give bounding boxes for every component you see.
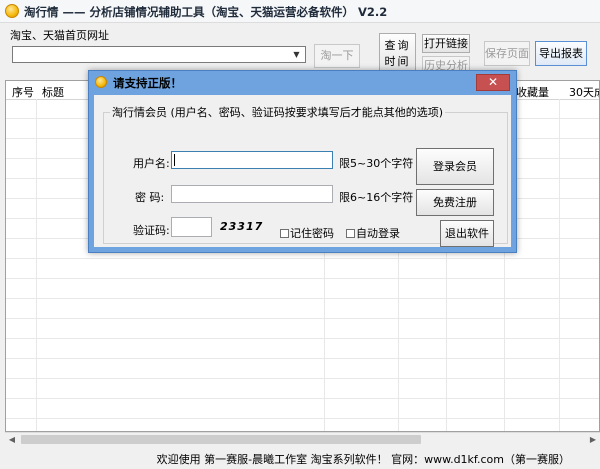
- username-input[interactable]: [171, 151, 333, 169]
- captcha-label: 验证码:: [133, 224, 170, 237]
- app-window: 淘行情 —— 分析店铺情况辅助工具（淘宝、天猫运营必备软件） V2.2 淘宝、天…: [0, 0, 600, 469]
- close-button[interactable]: ✕: [476, 74, 510, 91]
- captcha-input[interactable]: [171, 217, 212, 237]
- open-link-button[interactable]: 打开链接: [422, 34, 470, 53]
- member-groupbox: 用户名: 限5~30个字符 密 码: 限6~16个字符 验证码: 23317 记…: [103, 112, 508, 247]
- window-title: 淘行情 —— 分析店铺情况辅助工具（淘宝、天猫运营必备软件） V2.2: [24, 5, 388, 19]
- dialog-body: 用户名: 限5~30个字符 密 码: 限6~16个字符 验证码: 23317 记…: [94, 95, 511, 247]
- remember-password-checkbox[interactable]: 记住密码: [280, 225, 334, 241]
- query-time-button[interactable]: 查询时间: [379, 33, 416, 75]
- scrollbar-thumb[interactable]: [21, 435, 421, 444]
- coin-icon: [5, 4, 19, 18]
- checkbox-icon: [280, 229, 289, 238]
- horizontal-scrollbar[interactable]: ◀ ▶: [5, 432, 600, 446]
- exit-button[interactable]: 退出软件: [440, 220, 494, 247]
- column-header[interactable]: 标题: [42, 84, 64, 100]
- auto-login-checkbox[interactable]: 自动登录: [346, 225, 400, 241]
- column-header[interactable]: 收藏量: [516, 84, 549, 100]
- coin-icon: [95, 76, 107, 88]
- title-bar: 淘行情 —— 分析店铺情况辅助工具（淘宝、天猫运营必备软件） V2.2: [0, 0, 600, 23]
- dialog-title: 请支持正版！: [113, 76, 182, 90]
- login-button[interactable]: 登录会员: [416, 148, 494, 185]
- remember-password-label: 记住密码: [290, 227, 334, 240]
- arrow-right-icon[interactable]: ▶: [588, 435, 598, 445]
- url-label: 淘宝、天猫首页网址: [10, 29, 109, 42]
- username-hint: 限5~30个字符: [339, 157, 414, 170]
- export-report-button[interactable]: 导出报表: [535, 41, 587, 66]
- password-label: 密 码:: [135, 191, 165, 204]
- checkbox-icon: [346, 229, 355, 238]
- password-input[interactable]: [171, 185, 333, 203]
- column-header[interactable]: 30天成: [569, 84, 599, 100]
- username-label: 用户名:: [133, 157, 170, 170]
- password-hint: 限6~16个字符: [339, 191, 414, 204]
- go-button[interactable]: 淘一下: [314, 44, 360, 68]
- status-bar: 欢迎使用 第一赛服-晨曦工作室 淘宝系列软件！ 官网：www.d1kf.com（…: [0, 446, 600, 469]
- column-divider: [559, 99, 560, 431]
- save-page-button[interactable]: 保存页面: [484, 41, 530, 66]
- url-combobox[interactable]: ▼: [12, 46, 306, 63]
- login-dialog: 请支持正版！ ✕ 用户名: 限5~30个字符 密 码: 限6~16个字符 验证码…: [88, 70, 517, 253]
- status-text: 欢迎使用 第一赛服-晨曦工作室 淘宝系列软件！ 官网：www.d1kf.com（…: [156, 453, 570, 466]
- group-legend: 淘行情会员 (用户名、密码、验证码按要求填写后才能点其他的选项): [110, 104, 446, 120]
- column-divider: [36, 99, 37, 431]
- register-button[interactable]: 免费注册: [416, 189, 494, 216]
- chevron-down-icon[interactable]: ▼: [290, 48, 303, 61]
- close-icon: ✕: [487, 75, 499, 89]
- arrow-left-icon[interactable]: ◀: [7, 435, 17, 445]
- column-header[interactable]: 序号: [12, 84, 34, 100]
- auto-login-label: 自动登录: [356, 227, 400, 240]
- captcha-code: 23317: [220, 220, 264, 233]
